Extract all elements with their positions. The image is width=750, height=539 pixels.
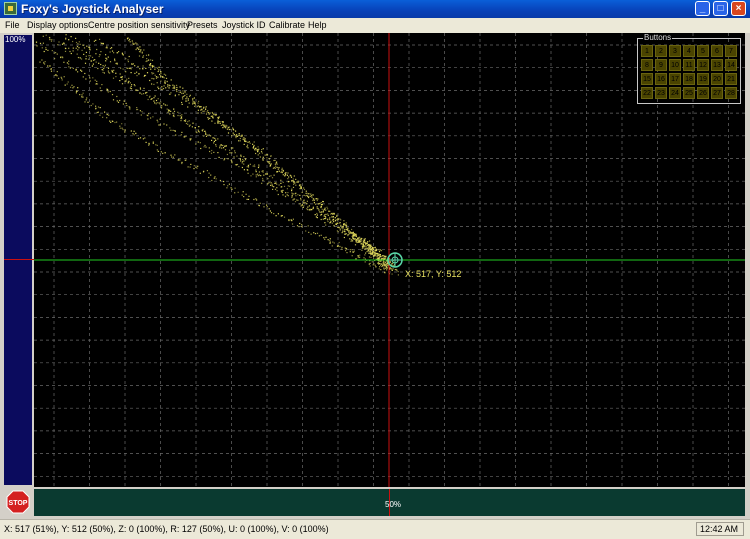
joystick-button-15: 15 — [641, 73, 653, 85]
joystick-button-6: 6 — [711, 45, 723, 57]
menu-centre-position-sensitivity[interactable]: Centre position sensitivity — [88, 18, 190, 33]
status-bar: X: 517 (51%), Y: 512 (50%), Z: 0 (100%),… — [0, 519, 750, 539]
buttons-panel: Buttons 1 2 3 4 5 6 7 8 9 10 11 12 13 14 15 16 17 18 19 20 2… — [637, 33, 741, 104]
joystick-button-23: 23 — [655, 87, 667, 99]
menu-file[interactable]: File — [5, 18, 20, 33]
joystick-plot-area: X: 517, Y: 512 Buttons 1 2 3 4 5 6 7 8 9 10 11 12 13… — [34, 33, 745, 487]
joystick-button-1: 1 — [641, 45, 653, 57]
app-joystick-icon — [4, 2, 17, 15]
buttons-panel-label: Buttons — [643, 33, 673, 43]
joystick-button-7: 7 — [725, 45, 737, 57]
joystick-button-3: 3 — [669, 45, 681, 57]
stop-button[interactable]: STOP — [6, 490, 30, 514]
y-axis-track — [4, 35, 32, 485]
joystick-button-10: 10 — [669, 59, 681, 71]
window-title: Foxy's Joystick Analyser — [21, 2, 164, 16]
joystick-button-21: 21 — [725, 73, 737, 85]
x-axis-panel: STOP 50% — [0, 487, 750, 519]
crosshair-target-icon — [387, 252, 403, 268]
y-axis-label: 100% — [5, 35, 26, 45]
joystick-button-14: 14 — [725, 59, 737, 71]
menu-presets[interactable]: Presets — [187, 18, 218, 33]
stop-button-label: STOP — [9, 500, 28, 507]
movement-trace — [35, 34, 399, 276]
joystick-button-26: 26 — [697, 87, 709, 99]
joystick-button-27: 27 — [711, 87, 723, 99]
joystick-button-2: 2 — [655, 45, 667, 57]
status-axes-text: X: 517 (51%), Y: 512 (50%), Z: 0 (100%),… — [4, 524, 329, 534]
menu-bar: File Display options Centre position sen… — [0, 18, 750, 33]
title-bar: Foxy's Joystick Analyser _ □ × — [0, 0, 750, 18]
joystick-button-24: 24 — [669, 87, 681, 99]
status-clock: 12:42 AM — [700, 524, 739, 534]
joystick-button-18: 18 — [683, 73, 695, 85]
menu-display-options[interactable]: Display options — [27, 18, 88, 33]
joystick-button-12: 12 — [697, 59, 709, 71]
joystick-button-25: 25 — [683, 87, 695, 99]
x-axis-label: 50% — [385, 500, 402, 509]
joystick-button-5: 5 — [697, 45, 709, 57]
y-position-marker — [4, 259, 34, 260]
status-clock-pane: 12:42 AM — [696, 522, 744, 536]
joystick-button-22: 22 — [641, 87, 653, 99]
joystick-button-20: 20 — [711, 73, 723, 85]
joystick-button-28: 28 — [725, 87, 737, 99]
joystick-button-16: 16 — [655, 73, 667, 85]
joystick-button-19: 19 — [697, 73, 709, 85]
menu-help[interactable]: Help — [308, 18, 327, 33]
menu-joystick-id[interactable]: Joystick ID — [222, 18, 266, 33]
joystick-button-4: 4 — [683, 45, 695, 57]
joystick-button-17: 17 — [669, 73, 681, 85]
crosshair-readout: X: 517, Y: 512 — [405, 269, 462, 279]
joystick-button-11: 11 — [683, 59, 695, 71]
minimize-button[interactable]: _ — [695, 1, 710, 16]
x-axis-track: 50% — [34, 489, 745, 516]
y-axis-panel: 100% — [0, 33, 34, 487]
close-button[interactable]: × — [731, 1, 746, 16]
joystick-button-13: 13 — [711, 59, 723, 71]
joystick-button-8: 8 — [641, 59, 653, 71]
joystick-button-9: 9 — [655, 59, 667, 71]
maximize-button[interactable]: □ — [713, 1, 728, 16]
menu-calibrate[interactable]: Calibrate — [269, 18, 305, 33]
